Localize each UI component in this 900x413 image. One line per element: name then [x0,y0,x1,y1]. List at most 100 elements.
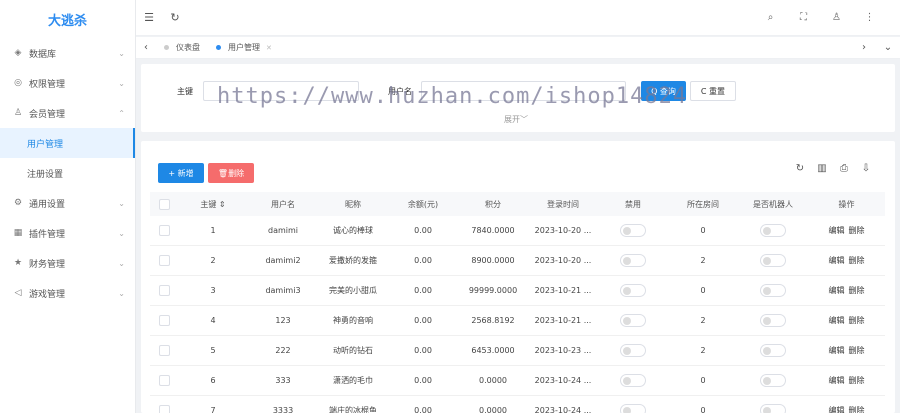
delete-link[interactable]: 删除 [849,286,865,295]
points-cell: 7840.0000 [471,226,515,235]
table-row: 7 3333 端庄的冰棍鱼 0.00 0.0000 2023-10-24 ... 0 编辑 删除 [150,396,885,413]
robot-cell [738,344,808,357]
robot-toggle[interactable] [760,344,786,357]
user-icon[interactable]: ♙ [820,12,853,23]
delete-button[interactable]: 🗑 删除 [208,163,254,183]
row-checkbox[interactable] [158,405,170,413]
tab-scroll-right-icon[interactable]: › [852,42,876,53]
fullscreen-icon[interactable]: ⛶ [787,12,820,23]
refresh-icon[interactable]: ↻ [162,11,188,24]
disabled-toggle[interactable] [620,404,646,413]
robot-cell [738,224,808,237]
search-icon[interactable]: ⌕ [754,12,787,23]
delete-link[interactable]: 删除 [849,226,865,235]
login-time-cell: 2023-10-23 ... [534,346,592,355]
column-header[interactable]: 主键 ⇕ [178,199,248,210]
columns-icon[interactable]: ▥ [811,163,833,174]
table-row: 4 123 神勇的音响 0.00 2568.8192 2023-10-21 ... 2 编辑删… [150,306,885,336]
disabled-toggle[interactable] [620,374,646,387]
disabled-toggle[interactable] [620,344,646,357]
delete-link[interactable]: 删除 [849,256,865,265]
room-cell: 2 [700,316,706,325]
tab-user-management[interactable]: 用户管理 ✕ [208,37,280,59]
table-row: 2 damimi2 爱撒娇的发箍 0.00 8900.0000 2023-10-20 ..… [150,246,885,276]
robot-toggle[interactable] [760,284,786,297]
delete-link[interactable]: 删除 [849,376,865,385]
row-checkbox[interactable] [158,315,170,326]
robot-toggle[interactable] [760,224,786,237]
edit-link[interactable]: 编辑 [829,376,845,385]
chevron-down-icon: ⌄ [118,78,125,88]
username-search-input[interactable] [421,81,626,101]
tab-label: 用户管理 [228,43,260,52]
game-icon: ◁ [14,288,22,298]
sidebar-item-database[interactable]: ◈ 数据库 ⌄ [0,38,135,68]
sidebar-item-user[interactable]: ♙ 会员管理 ⌃ [0,98,135,128]
edit-link[interactable]: 编辑 [829,346,845,355]
tab-dot [216,45,221,50]
app-logo[interactable]: 大逃杀 [0,0,135,38]
sidebar: 大逃杀 ◈ 数据库 ⌄ ◎ 权限管理 ⌄ ♙ 会员管理 ⌃ 用户管理 注册设置 ⚙ 通用设置 ⌄ ▦ 插件管理… [0,0,136,413]
print-icon[interactable]: ⎙ [833,163,855,174]
column-header: 昵称 [345,199,361,209]
search-button[interactable]: Q 查询 [641,81,686,101]
disabled-toggle[interactable] [620,284,646,297]
reset-button[interactable]: C 重置 [690,81,736,101]
delete-link[interactable]: 删除 [849,406,865,413]
sidebar-item-settings[interactable]: ⚙ 通用设置 ⌄ [0,188,135,218]
room-cell: 0 [700,376,706,385]
sidebar-subitem[interactable]: 用户管理 [0,128,135,158]
disabled-toggle[interactable] [620,224,646,237]
sidebar-item-label: 插件管理 [29,229,66,240]
menu-toggle-icon[interactable]: ☰ [136,11,162,24]
expand-label: 展开 [504,115,520,124]
id-search-input[interactable] [203,81,359,101]
delete-link[interactable]: 删除 [849,316,865,325]
tab-dashboard[interactable]: 仪表盘 [156,37,208,59]
nickname-cell: 动听的钻石 [333,346,373,355]
row-checkbox[interactable] [158,375,170,386]
column-header: 所在房间 [687,199,719,209]
row-checkbox[interactable] [158,285,170,296]
disabled-toggle[interactable] [620,254,646,267]
select-all-checkbox[interactable] [158,198,170,210]
add-button[interactable]: + 新增 [158,163,204,183]
edit-link[interactable]: 编辑 [829,256,845,265]
username-cell: 333 [275,376,291,385]
row-checkbox[interactable] [158,225,170,236]
more-icon[interactable]: ⋮ [853,12,886,23]
row-select-cell [150,375,178,386]
sidebar-item-finance[interactable]: ★ 财务管理 ⌄ [0,248,135,278]
row-checkbox[interactable] [158,255,170,266]
robot-toggle[interactable] [760,314,786,327]
plugin-icon: ▦ [13,228,23,238]
tab-dropdown-icon[interactable]: ⌄ [876,42,900,53]
tab-close-icon[interactable]: ✕ [266,44,272,52]
robot-toggle[interactable] [760,374,786,387]
sidebar-item-label: 权限管理 [29,79,66,90]
points-cell: 99999.0000 [468,286,518,295]
edit-link[interactable]: 编辑 [829,226,845,235]
disabled-toggle[interactable] [620,314,646,327]
room-cell: 2 [700,256,706,265]
points-cell: 0.0000 [479,376,507,385]
edit-link[interactable]: 编辑 [829,316,845,325]
edit-link[interactable]: 编辑 [829,286,845,295]
sidebar-subitem[interactable]: 注册设置 [0,158,135,188]
sidebar-item-game[interactable]: ◁ 游戏管理 ⌄ [0,278,135,308]
robot-toggle[interactable] [760,404,786,413]
table-row: 1 damimi 诚心的棒球 0.00 7840.0000 2023-10-20 ... 0… [150,216,885,246]
sidebar-item-plugin[interactable]: ▦ 插件管理 ⌄ [0,218,135,248]
expand-toggle[interactable]: 展开﹀ [504,114,528,125]
robot-toggle[interactable] [760,254,786,267]
chevron-down-icon: ⌄ [118,198,125,208]
refresh-icon[interactable]: ↻ [789,163,811,174]
disabled-cell [598,344,668,357]
sidebar-item-shield[interactable]: ◎ 权限管理 ⌄ [0,68,135,98]
column-header: 积分 [485,199,501,209]
row-checkbox[interactable] [158,345,170,356]
tab-scroll-left-icon[interactable]: ‹ [136,42,156,53]
delete-link[interactable]: 删除 [849,346,865,355]
edit-link[interactable]: 编辑 [829,406,845,413]
export-icon[interactable]: ⇩ [855,163,877,174]
